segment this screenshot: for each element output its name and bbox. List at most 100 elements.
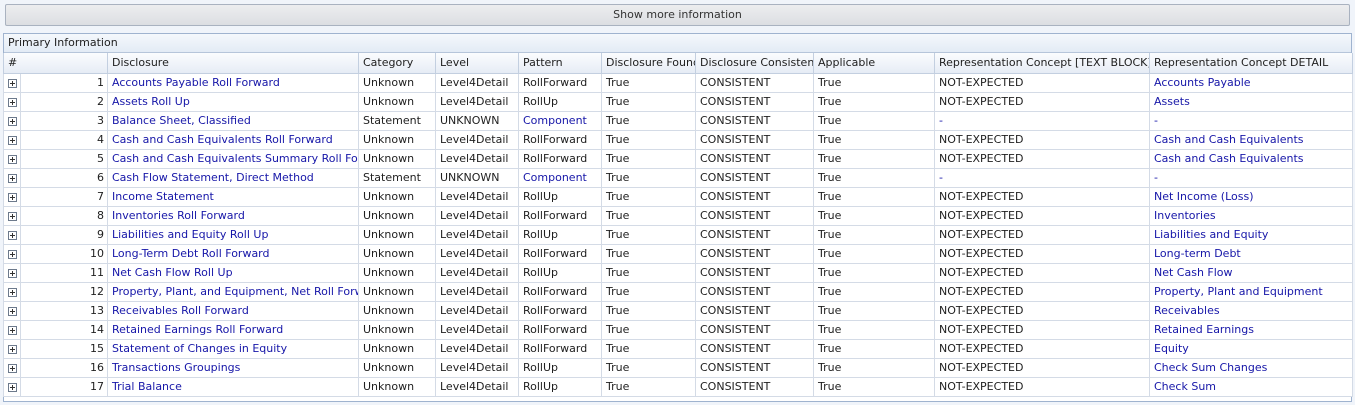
expand-plus-icon[interactable] (8, 325, 17, 335)
expand-plus-icon[interactable] (8, 78, 17, 88)
table-row[interactable]: 2 Assets Roll Up Unknown Level4Detail RollUp… (3, 91, 1353, 112)
expand-plus-icon[interactable] (8, 116, 17, 126)
disclosure-link[interactable]: Cash Flow Statement, Direct Method (107, 167, 359, 188)
table-row[interactable]: 1 Accounts Payable Roll Forward Unknown Lev… (3, 72, 1353, 93)
representation-detail-link[interactable]: Retained Earnings (1149, 319, 1353, 340)
column-header-disclosure[interactable]: Disclosure (107, 53, 359, 74)
expand-cell[interactable] (3, 319, 21, 340)
show-more-information-button[interactable]: Show more information (5, 4, 1350, 26)
column-header-number[interactable]: # (3, 53, 108, 74)
table-row[interactable]: 13 Receivables Roll Forward Unknown Level4D… (3, 300, 1353, 321)
expand-cell[interactable] (3, 167, 21, 188)
expand-plus-icon[interactable] (8, 173, 17, 183)
pattern-link[interactable]: Component (518, 110, 602, 131)
representation-detail-link[interactable]: Equity (1149, 338, 1353, 359)
expand-plus-icon[interactable] (8, 344, 17, 354)
expand-plus-icon[interactable] (8, 249, 17, 259)
disclosure-link[interactable]: Trial Balance (107, 376, 359, 397)
representation-detail-link[interactable]: Cash and Cash Equivalents (1149, 129, 1353, 150)
representation-detail-link[interactable]: Cash and Cash Equivalents (1149, 148, 1353, 169)
table-row[interactable]: 17 Trial Balance Unknown Level4Detail RollUp… (3, 376, 1353, 397)
representation-detail-link[interactable]: Check Sum Changes (1149, 357, 1353, 378)
expand-cell[interactable] (3, 300, 21, 321)
disclosure-link[interactable]: Balance Sheet, Classified (107, 110, 359, 131)
expand-plus-icon[interactable] (8, 382, 17, 392)
expand-cell[interactable] (3, 243, 21, 264)
expand-plus-icon[interactable] (8, 230, 17, 240)
table-row[interactable]: 4 Cash and Cash Equivalents Roll Forward U… (3, 129, 1353, 150)
disclosure-link[interactable]: Statement of Changes in Equity (107, 338, 359, 359)
table-row[interactable]: 16 Transactions Groupings Unknown Level4Det… (3, 357, 1353, 378)
table-row[interactable]: 8 Inventories Roll Forward Unknown Level4De… (3, 205, 1353, 226)
disclosure-link[interactable]: Liabilities and Equity Roll Up (107, 224, 359, 245)
table-row[interactable]: 11 Net Cash Flow Roll Up Unknown Level4Deta… (3, 262, 1353, 283)
expand-cell[interactable] (3, 186, 21, 207)
column-header-representation-detail[interactable]: Representation Concept DETAIL (1149, 53, 1353, 74)
disclosure-link[interactable]: Transactions Groupings (107, 357, 359, 378)
disclosure-link[interactable]: Receivables Roll Forward (107, 300, 359, 321)
representation-textblock-cell[interactable]: - (934, 110, 1150, 131)
expand-plus-icon[interactable] (8, 154, 17, 164)
representation-detail-link[interactable]: Inventories (1149, 205, 1353, 226)
column-header-category[interactable]: Category (358, 53, 436, 74)
disclosure-link[interactable]: Inventories Roll Forward (107, 205, 359, 226)
table-row[interactable]: 10 Long-Term Debt Roll Forward Unknown Leve… (3, 243, 1353, 264)
disclosure-link[interactable]: Retained Earnings Roll Forward (107, 319, 359, 340)
expand-cell[interactable] (3, 129, 21, 150)
expand-cell[interactable] (3, 281, 21, 302)
table-row[interactable]: 5 Cash and Cash Equivalents Summary Roll … (3, 148, 1353, 169)
table-row[interactable]: 6 Cash Flow Statement, Direct Method State… (3, 167, 1353, 188)
table-row[interactable]: 7 Income Statement Unknown Level4Detail Roll… (3, 186, 1353, 207)
disclosure-link[interactable]: Net Cash Flow Roll Up (107, 262, 359, 283)
table-row[interactable]: 12 Property, Plant, and Equipment, Net Ro… (3, 281, 1353, 302)
representation-detail-link[interactable]: Liabilities and Equity (1149, 224, 1353, 245)
column-header-level[interactable]: Level (435, 53, 519, 74)
column-header-applicable[interactable]: Applicable (813, 53, 935, 74)
expand-cell[interactable] (3, 72, 21, 93)
column-header-disclosure-consistent[interactable]: Disclosure Consistent (695, 53, 814, 74)
representation-detail-link[interactable]: Assets (1149, 91, 1353, 112)
expand-cell[interactable] (3, 110, 21, 131)
expand-cell[interactable] (3, 376, 21, 397)
representation-detail-link[interactable]: Accounts Payable (1149, 72, 1353, 93)
column-header-disclosure-found[interactable]: Disclosure Found (601, 53, 696, 74)
disclosure-link[interactable]: Long-Term Debt Roll Forward (107, 243, 359, 264)
table-row[interactable]: 15 Statement of Changes in Equity Unknown L… (3, 338, 1353, 359)
representation-detail-cell[interactable]: - (1149, 167, 1353, 188)
disclosure-link[interactable]: Cash and Cash Equivalents Summary Roll F… (107, 148, 359, 169)
expand-plus-icon[interactable] (8, 192, 17, 202)
representation-detail-link[interactable]: Property, Plant and Equipment (1149, 281, 1353, 302)
column-header-pattern[interactable]: Pattern (518, 53, 602, 74)
representation-detail-cell[interactable]: - (1149, 110, 1353, 131)
table-row[interactable]: 9 Liabilities and Equity Roll Up Unknown Le… (3, 224, 1353, 245)
representation-detail-link[interactable]: Long-term Debt (1149, 243, 1353, 264)
expand-plus-icon[interactable] (8, 135, 17, 145)
expand-plus-icon[interactable] (8, 97, 17, 107)
expand-cell[interactable] (3, 357, 21, 378)
table-row[interactable]: 14 Retained Earnings Roll Forward Unknown L… (3, 319, 1353, 340)
expand-cell[interactable] (3, 91, 21, 112)
expand-cell[interactable] (3, 205, 21, 226)
expand-cell[interactable] (3, 338, 21, 359)
expand-cell[interactable] (3, 224, 21, 245)
expand-plus-icon[interactable] (8, 363, 17, 373)
expand-plus-icon[interactable] (8, 268, 17, 278)
representation-detail-link[interactable]: Check Sum (1149, 376, 1353, 397)
representation-textblock-cell[interactable]: - (934, 167, 1150, 188)
column-header-representation-textblock[interactable]: Representation Concept [TEXT BLOCK] (934, 53, 1150, 74)
disclosure-link[interactable]: Cash and Cash Equivalents Roll Forward (107, 129, 359, 150)
disclosure-link[interactable]: Assets Roll Up (107, 91, 359, 112)
disclosure-link[interactable]: Property, Plant, and Equipment, Net Roll… (107, 281, 359, 302)
representation-detail-link[interactable]: Net Cash Flow (1149, 262, 1353, 283)
disclosure-link[interactable]: Income Statement (107, 186, 359, 207)
expand-cell[interactable] (3, 262, 21, 283)
table-row[interactable]: 3 Balance Sheet, Classified Statement UNKNO… (3, 110, 1353, 131)
pattern-link[interactable]: Component (518, 167, 602, 188)
expand-plus-icon[interactable] (8, 211, 17, 221)
representation-detail-link[interactable]: Net Income (Loss) (1149, 186, 1353, 207)
representation-detail-link[interactable]: Receivables (1149, 300, 1353, 321)
expand-plus-icon[interactable] (8, 306, 17, 316)
expand-plus-icon[interactable] (8, 287, 17, 297)
disclosure-link[interactable]: Accounts Payable Roll Forward (107, 72, 359, 93)
expand-cell[interactable] (3, 148, 21, 169)
